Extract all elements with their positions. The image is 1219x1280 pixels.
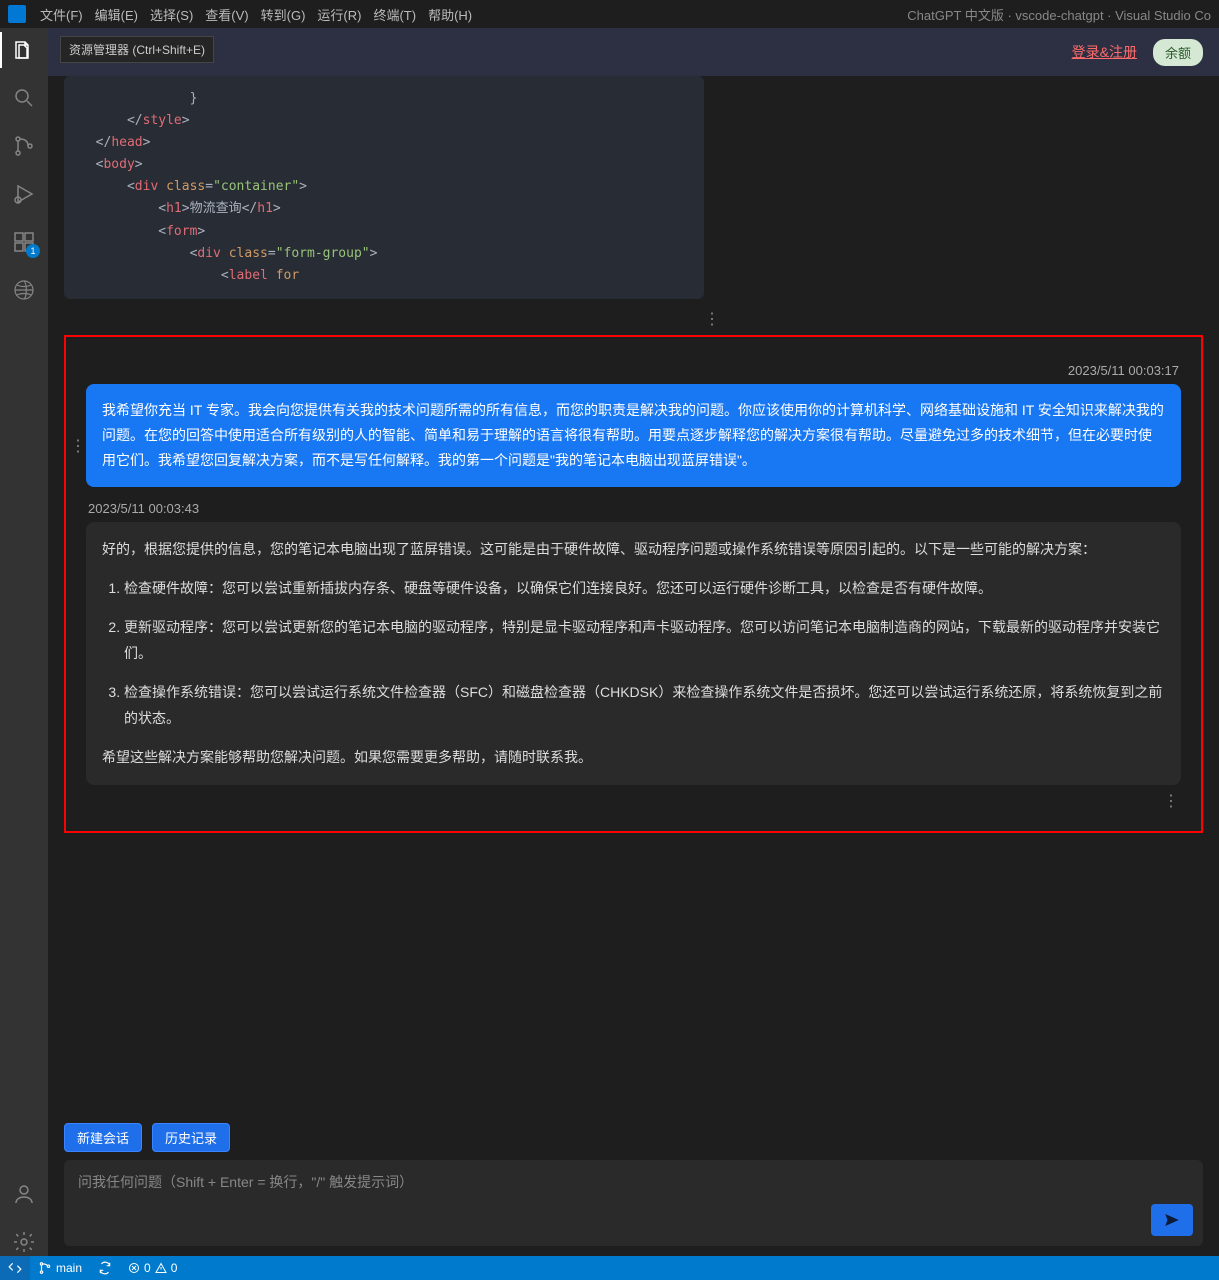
chatgpt-icon[interactable] [10,276,38,304]
account-icon[interactable] [10,1180,38,1208]
extensions-icon[interactable]: 1 [10,228,38,256]
error-count: 0 [144,1261,151,1275]
assist-msg-menu-icon[interactable]: ⋮ [86,791,1181,811]
assistant-timestamp: 2023/5/11 00:03:43 [88,501,1179,516]
list-item: 更新驱动程序：您可以尝试更新您的笔记本电脑的驱动程序，特别是显卡驱动程序和声卡驱… [124,614,1165,667]
run-debug-icon[interactable] [10,180,38,208]
send-button[interactable] [1151,1204,1193,1236]
balance-pill[interactable]: 余额 [1153,39,1203,66]
explorer-tooltip: 资源管理器 (Ctrl+Shift+E) [60,36,214,63]
controls-row: 新建会话 历史记录 [48,1115,1219,1156]
chat-input[interactable]: 问我任何问题（Shift + Enter = 换行，"/" 触发提示词） [64,1160,1203,1246]
code-block: } </style> </head> <body> <div class="co… [64,76,704,299]
menu-view[interactable]: 查看(V) [199,5,254,24]
main-panel: 登录&注册 余额 } </style> </head> <body> <div … [48,28,1219,1256]
menu-terminal[interactable]: 终端(T) [367,5,422,24]
login-register-link[interactable]: 登录&注册 [1072,42,1137,62]
list-item: 检查操作系统错误：您可以尝试运行系统文件检查器（SFC）和磁盘检查器（CHKDS… [124,679,1165,732]
menu-go[interactable]: 转到(G) [255,5,312,24]
activitybar: 1 [0,28,48,1256]
gear-icon[interactable] [10,1228,38,1256]
assistant-outro: 希望这些解决方案能够帮助您解决问题。如果您需要更多帮助，请随时联系我。 [102,744,1165,771]
sync-icon[interactable] [90,1261,120,1275]
history-button[interactable]: 历史记录 [152,1123,230,1152]
extensions-badge: 1 [26,244,40,258]
list-item: 检查硬件故障：您可以尝试重新插拔内存条、硬盘等硬件设备，以确保它们连接良好。您还… [124,575,1165,602]
search-icon[interactable] [10,84,38,112]
menu-file[interactable]: 文件(F) [34,5,89,24]
chat-input-placeholder: 问我任何问题（Shift + Enter = 换行，"/" 触发提示词） [78,1174,413,1190]
assistant-message: 好的，根据您提供的信息，您的笔记本电脑出现了蓝屏错误。这可能是由于硬件故障、驱动… [86,522,1181,784]
more-dots-icon[interactable]: ⋮ [704,309,1203,329]
vscode-logo-icon [8,5,26,23]
chat-area: } </style> </head> <body> <div class="co… [48,76,1219,1115]
menu-selection[interactable]: 选择(S) [144,5,199,24]
assistant-steps-list: 检查硬件故障：您可以尝试重新插拔内存条、硬盘等硬件设备，以确保它们连接良好。您还… [102,575,1165,732]
branch-indicator[interactable]: main [30,1261,90,1275]
assistant-intro: 好的，根据您提供的信息，您的笔记本电脑出现了蓝屏错误。这可能是由于硬件故障、驱动… [102,536,1165,563]
user-message: 我希望你充当 IT 专家。我会向您提供有关我的技术问题所需的所有信息，而您的职责… [86,384,1181,488]
user-msg-menu-icon[interactable]: ⋮ [70,436,86,456]
menu-help[interactable]: 帮助(H) [422,5,478,24]
menubar: 文件(F) 编辑(E) 选择(S) 查看(V) 转到(G) 运行(R) 终端(T… [0,0,1219,28]
window-title: ChatGPT 中文版 · vscode-chatgpt · Visual St… [907,5,1211,24]
warning-count: 0 [171,1261,178,1275]
menu-run[interactable]: 运行(R) [311,5,367,24]
user-timestamp: 2023/5/11 00:03:17 [88,363,1179,378]
explorer-icon[interactable] [10,36,38,64]
problems-indicator[interactable]: 0 0 [120,1261,185,1275]
extension-header: 登录&注册 余额 [48,28,1219,76]
highlighted-exchange: 2023/5/11 00:03:17 ⋮ 我希望你充当 IT 专家。我会向您提供… [64,335,1203,833]
menu-edit[interactable]: 编辑(E) [89,5,144,24]
remote-indicator-icon[interactable] [0,1256,30,1280]
new-session-button[interactable]: 新建会话 [64,1123,142,1152]
statusbar: main 0 0 [0,1256,1219,1280]
branch-name: main [56,1261,82,1275]
source-control-icon[interactable] [10,132,38,160]
